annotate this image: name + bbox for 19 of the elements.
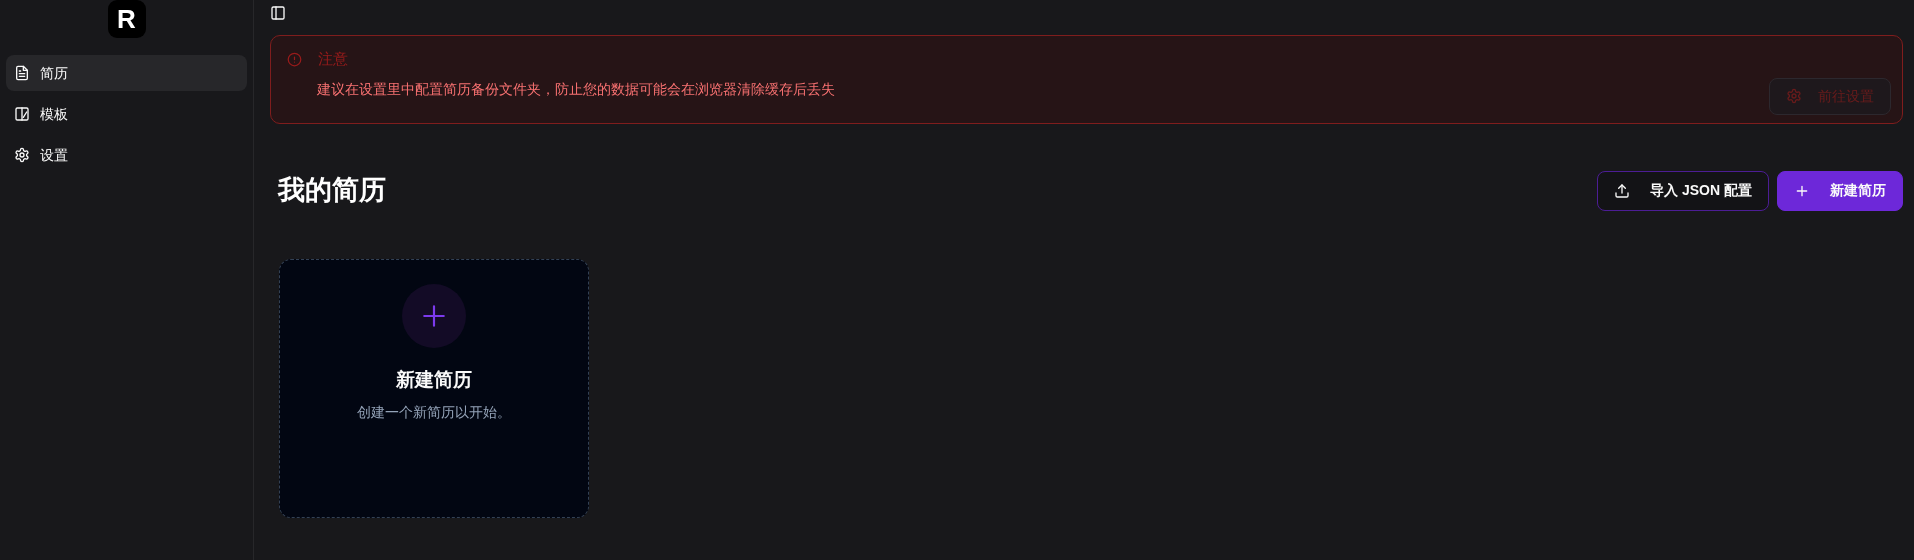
page-title: 我的简历	[278, 174, 386, 207]
alert-message: 建议在设置里中配置简历备份文件夹，防止您的数据可能会在浏览器清除缓存后丢失	[317, 79, 835, 99]
sidebar-item[interactable]: 设置	[6, 137, 247, 173]
alert-title: 注意	[318, 49, 348, 69]
alert-icon	[287, 51, 302, 67]
card-description: 创建一个新简历以开始。	[357, 403, 511, 422]
logo: R	[107, 0, 146, 38]
new-resume-card[interactable]: 新建简历 创建一个新简历以开始。	[279, 258, 589, 518]
sidebar-item[interactable]: 简历	[6, 55, 247, 91]
gear-icon	[1786, 88, 1802, 104]
sidebar-item[interactable]: 模板	[6, 96, 247, 132]
import-button[interactable]: 导入 JSON 配置	[1597, 170, 1769, 211]
document-icon	[14, 65, 30, 81]
template-icon	[14, 106, 30, 122]
upload-icon	[1614, 182, 1631, 199]
sidebar-toggle-icon[interactable]	[270, 5, 286, 21]
gear-icon	[14, 147, 30, 163]
new-resume-button[interactable]: 新建简历	[1777, 170, 1903, 211]
card-title: 新建简历	[396, 367, 472, 392]
